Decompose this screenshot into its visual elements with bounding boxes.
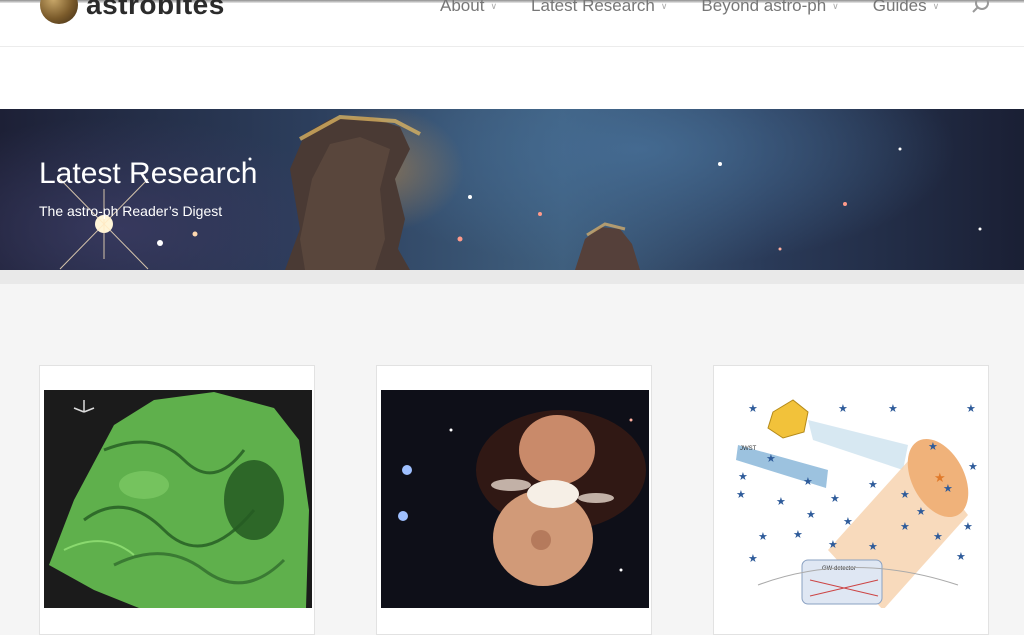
nav-item-latest-research[interactable]: Latest Research ∨ — [531, 0, 667, 16]
post-card[interactable] — [39, 365, 315, 635]
svg-text:★: ★ — [966, 402, 976, 415]
simulation-image — [49, 392, 309, 608]
hero-banner: Latest Research The astro-ph Reader’s Di… — [0, 109, 1024, 270]
svg-text:★: ★ — [828, 538, 838, 551]
svg-text:★: ★ — [736, 488, 746, 501]
chevron-down-icon: ∨ — [832, 0, 839, 11]
chevron-down-icon: ∨ — [660, 0, 668, 11]
svg-text:★: ★ — [963, 520, 973, 533]
post-thumbnail-nebula[interactable] — [381, 390, 649, 608]
svg-text:★: ★ — [758, 530, 768, 543]
svg-text:★: ★ — [868, 478, 878, 491]
svg-text:★: ★ — [766, 452, 776, 465]
nav-item-about[interactable]: About ∨ — [440, 0, 497, 16]
hero-bottom-band — [0, 270, 1024, 284]
svg-text:★: ★ — [933, 530, 943, 543]
svg-text:★: ★ — [803, 475, 813, 488]
svg-text:★: ★ — [900, 488, 910, 501]
nav-label: About — [440, 0, 485, 15]
chevron-down-icon: ∨ — [490, 0, 498, 11]
nav-label: Latest Research — [531, 0, 655, 15]
svg-text:★: ★ — [793, 528, 803, 541]
svg-text:★: ★ — [830, 492, 840, 505]
nav-label: Beyond astro-ph — [701, 0, 827, 15]
svg-text:★: ★ — [738, 470, 748, 483]
svg-text:★: ★ — [956, 550, 966, 563]
nav-item-guides[interactable]: Guides ∨ — [873, 0, 939, 16]
nebula-photo — [398, 410, 646, 586]
chevron-down-icon: ∨ — [932, 0, 940, 11]
svg-text:★: ★ — [748, 552, 758, 565]
logo-planet-icon — [40, 0, 78, 24]
nav-label: Guides — [872, 0, 927, 15]
svg-text:★: ★ — [838, 402, 848, 415]
post-card[interactable]: JWST GW detector ★ ★ ★ ★ ★ ★ ★ ★ ★ ★ ★ ★ ★ ★ ★ ★ ★ ★ ★… — [713, 365, 989, 635]
nav-item-beyond-astro-ph[interactable]: Beyond astro-ph ∨ — [701, 0, 838, 16]
main-nav: About ∨ Latest Research ∨ Beyond astro-ph ∨… — [440, 0, 973, 16]
svg-text:★: ★ — [776, 495, 786, 508]
svg-text:★: ★ — [806, 508, 816, 521]
header-spacer — [0, 47, 1024, 109]
jwst-label: JWST — [740, 446, 757, 452]
jwst-gw-diagram: JWST GW detector ★ ★ ★ ★ ★★★ ★ ★ ★ ★ ★★ ★ ★ ★★ ★★… — [736, 399, 978, 608]
post-card[interactable] — [376, 365, 652, 635]
page-title: Latest Research — [39, 157, 258, 190]
svg-text:★: ★ — [900, 520, 910, 533]
svg-text:★: ★ — [843, 515, 853, 528]
svg-text:★: ★ — [888, 402, 898, 415]
svg-text:★: ★ — [968, 460, 978, 473]
svg-text:★: ★ — [934, 471, 946, 486]
svg-text:★: ★ — [868, 540, 878, 553]
post-thumbnail-diagram[interactable]: JWST GW detector ★ ★ ★ ★ ★ ★ ★ ★ ★ ★ ★ ★ ★ ★ ★ ★ ★ ★ ★… — [718, 390, 986, 608]
svg-text:★: ★ — [916, 505, 926, 518]
site-logo[interactable]: astrobites — [40, 0, 225, 24]
site-header: astrobites About ∨ Latest Research ∨ Beyon… — [0, 0, 1024, 47]
logo-text: astrobites — [86, 0, 225, 20]
svg-text:★: ★ — [928, 440, 938, 453]
search-icon[interactable] — [970, 0, 992, 16]
svg-text:★: ★ — [748, 402, 758, 415]
page-subtitle: The astro-ph Reader’s Digest — [39, 203, 223, 219]
post-thumbnail-green-simulation[interactable] — [44, 390, 312, 608]
